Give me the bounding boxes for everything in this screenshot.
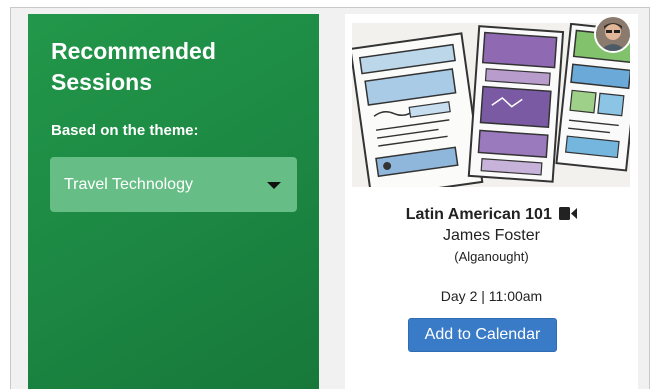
speaker-name: James Foster bbox=[443, 227, 540, 244]
video-camera-icon bbox=[559, 206, 578, 225]
recommended-sessions-panel: Recommended Sessions Based on the theme:… bbox=[28, 14, 319, 389]
session-title: Latin American 101 bbox=[345, 205, 638, 225]
session-title-text: Latin American 101 bbox=[405, 206, 552, 223]
speaker-avatar[interactable] bbox=[594, 15, 632, 53]
session-time: Day 2 | 11:00am bbox=[440, 288, 543, 304]
add-to-calendar-button[interactable]: Add to Calendar bbox=[408, 318, 557, 352]
theme-select[interactable]: Travel Technology bbox=[50, 157, 297, 212]
session-card: Latin American 101 James Foster (Alganou… bbox=[345, 14, 638, 389]
theme-select-value: Travel Technology bbox=[64, 176, 193, 193]
caret-down-icon bbox=[267, 182, 281, 189]
speaker-company: (Alganought) bbox=[454, 249, 529, 264]
theme-label: Based on the theme: bbox=[51, 122, 199, 139]
panel-title: Recommended Sessions bbox=[51, 38, 216, 95]
wireframe-sketches-image bbox=[352, 23, 630, 187]
